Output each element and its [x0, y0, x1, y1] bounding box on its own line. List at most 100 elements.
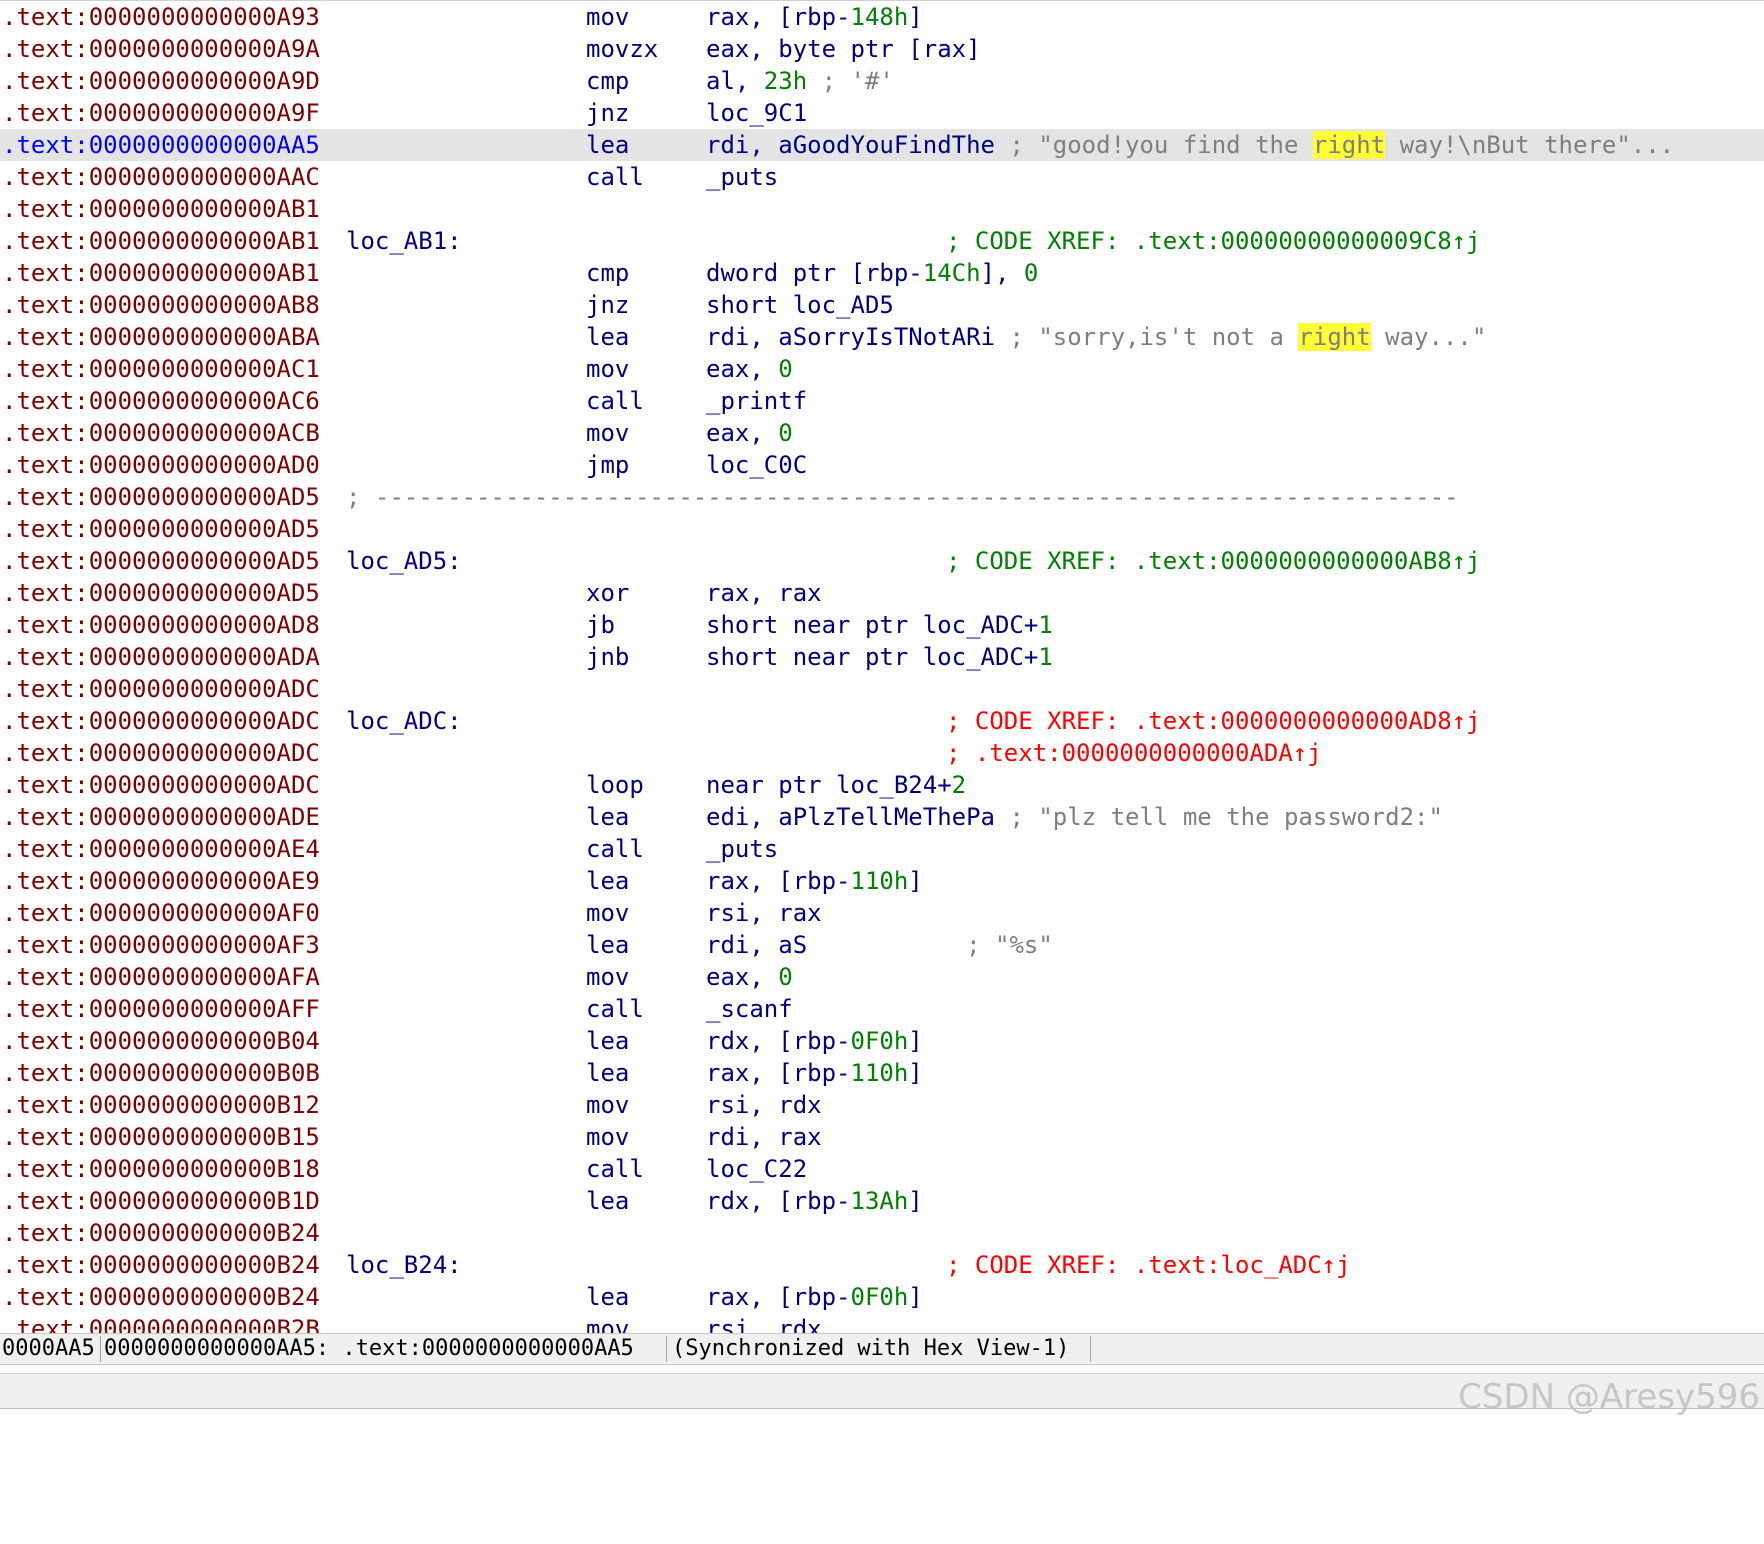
disasm-line[interactable]: .text:0000000000000B24 loc_B24: ; CODE XRE…: [0, 1249, 1764, 1281]
disasm-line[interactable]: .text:0000000000000AD8 jb short near ptr l…: [0, 609, 1764, 641]
watermark: CSDN @Aresy596: [1458, 1377, 1760, 1417]
disasm-line[interactable]: .text:0000000000000AB1: [0, 193, 1764, 225]
line-address: .text:0000000000000B04: [2, 1027, 320, 1055]
number-operand: 0F0h: [850, 1027, 909, 1055]
status-divider: [100, 1336, 101, 1362]
disasm-line[interactable]: .text:0000000000000AAC call _puts: [0, 161, 1764, 193]
line-address: .text:0000000000000AFA: [2, 963, 320, 991]
line-address: .text:0000000000000A9D: [2, 67, 320, 95]
disasm-line[interactable]: .text:0000000000000B15 mov rdi, rax: [0, 1121, 1764, 1153]
operands: rdi, aSorryIsTNotARi ; "sorry,is't not a…: [706, 321, 1486, 353]
line-address: .text:0000000000000AB1: [2, 195, 320, 223]
operand-text: eax,: [706, 355, 779, 383]
disasm-line[interactable]: .text:0000000000000A9A movzx eax, byte ptr…: [0, 33, 1764, 65]
mnemonic: cmp: [586, 259, 630, 287]
line-address: .text:0000000000000A93: [2, 3, 320, 31]
disasm-line[interactable]: .text:0000000000000A9D cmp al, 23h ; '#': [0, 65, 1764, 97]
disasm-line[interactable]: .text:0000000000000ADC loc_ADC: ; CODE XRE…: [0, 705, 1764, 737]
disasm-line[interactable]: .text:0000000000000ADE lea edi, aPlzTellMe…: [0, 801, 1764, 833]
disasm-line[interactable]: .text:0000000000000A9F jnz loc_9C1: [0, 97, 1764, 129]
operands: eax, byte ptr [rax]: [706, 33, 981, 65]
disasm-line[interactable]: .text:0000000000000B0B lea rax, [rbp-110h]: [0, 1057, 1764, 1089]
operands: short near ptr loc_ADC+1: [706, 609, 1053, 641]
line-address: .text:0000000000000AE9: [2, 867, 320, 895]
disasm-line[interactable]: .text:0000000000000AF3 lea rdi, aS ; "%s": [0, 929, 1764, 961]
mnemonic: lea: [586, 1283, 630, 1311]
line-address: .text:0000000000000AF0: [2, 899, 320, 927]
mnemonic: lea: [586, 803, 630, 831]
mnemonic: call: [586, 1155, 644, 1183]
disasm-line[interactable]: .text:0000000000000AFF call _scanf: [0, 993, 1764, 1025]
disasm-line[interactable]: .text:0000000000000ABA lea rdi, aSorryIsTN…: [0, 321, 1764, 353]
line-address: .text:0000000000000AA5: [2, 131, 320, 159]
operands: rsi, rdx: [706, 1313, 822, 1334]
disasm-line[interactable]: .text:0000000000000B2B mov rsi, rdx: [0, 1313, 1764, 1334]
operands: _scanf: [706, 993, 793, 1025]
mnemonic: mov: [586, 899, 630, 927]
disasm-line[interactable]: .text:0000000000000AC6 call _printf: [0, 385, 1764, 417]
line-address: .text:0000000000000B1D: [2, 1187, 320, 1215]
disasm-line[interactable]: .text:0000000000000ACB mov eax, 0: [0, 417, 1764, 449]
disasm-line[interactable]: .text:0000000000000AE4 call _puts: [0, 833, 1764, 865]
line-address: .text:0000000000000ADA: [2, 643, 320, 671]
disasm-line[interactable]: .text:0000000000000ADC loop near ptr loc_B…: [0, 769, 1764, 801]
disasm-line[interactable]: .text:0000000000000AFA mov eax, 0: [0, 961, 1764, 993]
operands: edi, aPlzTellMeThePa ; "plz tell me the …: [706, 801, 1443, 833]
number-operand: 0: [778, 963, 793, 991]
number-operand: 0: [778, 419, 793, 447]
operand-text: short near ptr loc_ADC+: [706, 611, 1039, 639]
operand-text: _puts: [706, 835, 779, 863]
disasm-line[interactable]: .text:0000000000000AD5: [0, 513, 1764, 545]
disasm-line[interactable]: .text:0000000000000AB8 jnz short loc_AD5: [0, 289, 1764, 321]
line-address: .text:0000000000000AB1: [2, 259, 320, 287]
disasm-line[interactable]: .text:0000000000000AD5 loc_AD5: ; CODE XRE…: [0, 545, 1764, 577]
operand-text: rsi, rdx: [706, 1091, 822, 1119]
disasm-line[interactable]: .text:0000000000000AD5 ; ----------------…: [0, 481, 1764, 513]
disasm-line[interactable]: .text:0000000000000B18 call loc_C22: [0, 1153, 1764, 1185]
disasm-line[interactable]: .text:0000000000000AD5 xor rax, rax: [0, 577, 1764, 609]
disasm-line[interactable]: .text:0000000000000AC1 mov eax, 0: [0, 353, 1764, 385]
number-operand: 110h: [850, 1059, 909, 1087]
disasm-line[interactable]: .text:0000000000000B24: [0, 1217, 1764, 1249]
operands: eax, 0: [706, 417, 793, 449]
disassembly-view[interactable]: .text:0000000000000A93 mov rax, [rbp-148h]…: [0, 0, 1764, 1334]
operands: _puts: [706, 833, 778, 865]
status-sync: (Synchronized with Hex View-1): [672, 1336, 1070, 1361]
disasm-line[interactable]: .text:0000000000000AB1 cmp dword ptr [rbp-…: [0, 257, 1764, 289]
line-address: .text:0000000000000ADC: [2, 675, 320, 703]
disasm-line[interactable]: .text:0000000000000B1D lea rdx, [rbp-13Ah]: [0, 1185, 1764, 1217]
line-address: .text:0000000000000AB1: [2, 227, 320, 255]
operand-text: ]: [908, 1283, 923, 1311]
operand-text: _printf: [706, 387, 808, 415]
disasm-line[interactable]: .text:0000000000000ADA jnb short near ptr …: [0, 641, 1764, 673]
operand-text: rax, [rbp-: [706, 1283, 851, 1311]
line-address: .text:0000000000000AAC: [2, 163, 320, 191]
disasm-line[interactable]: .text:0000000000000A93 mov rax, [rbp-148h]: [0, 1, 1764, 33]
operand-text: rdx, [rbp-: [706, 1027, 851, 1055]
disasm-line[interactable]: .text:0000000000000B24 lea rax, [rbp-0F0h]: [0, 1281, 1764, 1313]
operand-text: rax, [rbp-: [706, 1059, 851, 1087]
line-address: .text:0000000000000AD8: [2, 611, 320, 639]
disasm-line[interactable]: .text:0000000000000ADC: [0, 673, 1764, 705]
disasm-line[interactable]: .text:0000000000000AD0 jmp loc_C0C: [0, 449, 1764, 481]
number-operand: 0F0h: [850, 1283, 909, 1311]
xref-comment: ; CODE XREF: .text:0000000000000AB8↑j: [946, 547, 1481, 575]
disasm-line[interactable]: .text:0000000000000B12 mov rsi, rdx: [0, 1089, 1764, 1121]
disasm-line-current[interactable]: .text:0000000000000AA5 lea rdi, aGoodYouFi…: [0, 129, 1764, 161]
mnemonic: lea: [586, 867, 630, 895]
disasm-line[interactable]: .text:0000000000000B04 lea rdx, [rbp-0F0h]: [0, 1025, 1764, 1057]
operand-text: rax, [rbp-: [706, 867, 851, 895]
mnemonic: lea: [586, 323, 630, 351]
operand-text: near ptr loc_B24+: [706, 771, 952, 799]
operand-text: ],: [980, 259, 1024, 287]
disasm-line[interactable]: .text:0000000000000AE9 lea rax, [rbp-110h]: [0, 865, 1764, 897]
disasm-line[interactable]: .text:0000000000000AB1 loc_AB1: ; CODE XRE…: [0, 225, 1764, 257]
number-operand: 2: [951, 771, 967, 799]
status-divider: [1090, 1336, 1091, 1362]
comment: way...": [1370, 323, 1487, 351]
disasm-line[interactable]: .text:0000000000000ADC ; .text:0000000000…: [0, 737, 1764, 769]
line-address: .text:0000000000000ADC: [2, 771, 320, 799]
disasm-line[interactable]: .text:0000000000000AF0 mov rsi, rax: [0, 897, 1764, 929]
comment: ; "plz tell me the password2:": [1009, 803, 1443, 831]
mnemonic: mov: [586, 1123, 630, 1151]
